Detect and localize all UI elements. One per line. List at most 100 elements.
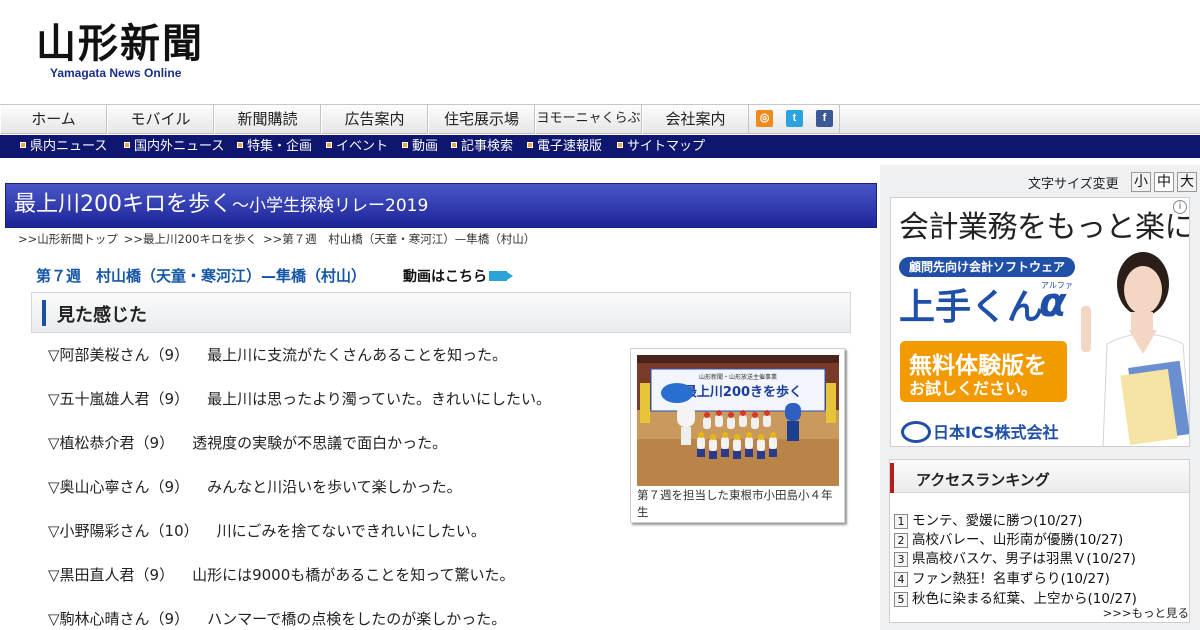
quote-item: ▽黒田直人君（9） 山形には9000も橋があることを知って驚いた。 (48, 564, 515, 585)
quote-name: ▽小野陽彩さん（10） (48, 522, 199, 540)
ad-info-icon[interactable]: i (1173, 200, 1187, 214)
video-link-label: 動画はこちら (403, 269, 487, 285)
ranking-title: アクセスランキング (916, 471, 1050, 489)
logo-text: 山形新聞 (36, 20, 204, 67)
nav-housing-exhibition[interactable]: 住宅展示場 (428, 105, 535, 134)
ad-woman-illustration (1081, 252, 1189, 446)
access-ranking: アクセスランキング 1 モンテ、愛媛に勝つ(10/27) 2 高校バレー、山形南が優… (889, 459, 1190, 623)
rank-number: 2 (894, 533, 908, 548)
font-size-medium-button[interactable]: 中 (1154, 172, 1174, 192)
ad-product-alpha: α (1039, 280, 1067, 326)
ranking-more-link[interactable]: >>>もっと見る (1103, 605, 1189, 621)
subnav-label: 動画 (412, 139, 439, 154)
quote-item: ▽阿部美桜さん（9） 最上川に支流がたくさんあることを知った。 (48, 344, 507, 365)
quote-text: ハンマーで橋の点検をしたのが楽しかった。 (207, 610, 507, 628)
ad-trial-button[interactable]: 無料体験版を お試しください。 (900, 341, 1067, 402)
font-size-large-button[interactable]: 大 (1177, 172, 1197, 192)
breadcrumb-top[interactable]: >>山形新聞トップ (18, 232, 118, 246)
nav-company[interactable]: 会社案内 (642, 105, 749, 134)
font-size-label: 文字サイズ変更 (1028, 177, 1119, 192)
logo-subtitle: Yamagata News Online (50, 66, 182, 80)
site-logo[interactable]: 山形新聞 Yamagata News Online (36, 20, 204, 81)
subnav-sitemap[interactable]: サイトマップ (617, 135, 705, 158)
subnav-national-news[interactable]: 国内外ニュース (124, 135, 224, 158)
quote-name: ▽奥山心寧さん（9） (48, 478, 190, 496)
quote-item: ▽奥山心寧さん（9） みんなと川沿いを歩いて楽しかった。 (48, 476, 462, 497)
ad-headline: 会計業務をもっと楽に。 (899, 210, 1189, 245)
photo-caption: 第７週を担当した東根市小田島小４年生 (637, 488, 833, 519)
ranking-item[interactable]: 3 県高校バスケ、男子は羽黒Ｖ(10/27) (894, 547, 1136, 567)
rank-number: 1 (894, 514, 908, 529)
subnav-article-search[interactable]: 記事検索 (451, 135, 513, 158)
rank-text: ファン熱狂！名車ずらり(10/27) (912, 571, 1110, 587)
breadcrumb-series[interactable]: >>最上川200キロを歩く (124, 232, 257, 246)
subnav-prefecture-news[interactable]: 県内ニュース (20, 135, 107, 158)
quote-name: ▽黒田直人君（9） (48, 566, 175, 584)
photo-banner-title: 最上川200きを歩く (684, 384, 802, 400)
ranking-item[interactable]: 5 秋色に染まる紅葉、上空から(10/27) (894, 587, 1137, 607)
bullet-icon (20, 142, 26, 148)
quote-item: ▽駒林心晴さん（9） ハンマーで橋の点検をしたのが楽しかった。 (48, 608, 506, 629)
quote-item: ▽五十嵐雄人君（9） 最上川は思ったより濁っていた。きれいにしたい。 (48, 388, 551, 409)
ad-trial-line2: お試しください。 (909, 379, 1038, 398)
subnav-label: 記事検索 (461, 139, 514, 154)
video-camera-icon (489, 271, 513, 281)
subnav-label: サイトマップ (627, 139, 706, 154)
subnav-digital-edition[interactable]: 電子速報版 (527, 135, 602, 158)
quote-text: 最上川は思ったより濁っていた。きれいにしたい。 (207, 390, 552, 408)
ranking-item[interactable]: 1 モンテ、愛媛に勝つ(10/27) (894, 509, 1083, 529)
ranking-item[interactable]: 4 ファン熱狂！名車ずらり(10/27) (894, 567, 1110, 587)
nav-mobile[interactable]: モバイル (107, 105, 214, 134)
ics-logo-icon (901, 421, 931, 443)
bullet-icon (617, 142, 623, 148)
rank-text: 県高校バスケ、男子は羽黒Ｖ(10/27) (912, 551, 1136, 567)
ad-product-name: 上手くん (899, 287, 1044, 328)
quote-name: ▽駒林心晴さん（9） (48, 610, 190, 628)
series-title-main: 最上川200キロを歩く (14, 192, 232, 217)
group-photo[interactable]: 山形新聞・山形放送主催事業 最上川200きを歩く (637, 355, 839, 486)
nav-subscription[interactable]: 新聞購読 (214, 105, 321, 134)
section-heading: 見た感じた (31, 292, 851, 333)
nav-home[interactable]: ホーム (0, 105, 107, 134)
quote-text: 最上川に支流がたくさんあることを知った。 (207, 346, 508, 364)
twitter-icon[interactable]: t (786, 110, 803, 127)
main-nav: ホーム モバイル 新聞購読 広告案内 住宅展示場 ヨモーニャくらぶ 会社案内 ◎… (0, 104, 1200, 134)
breadcrumb: >>山形新聞トップ >>最上川200キロを歩く >>第７週 村山橋（天童・寒河江）—… (18, 231, 541, 247)
sub-nav: 県内ニュース 国内外ニュース 特集・企画 イベント 動画 記事検索 電子速報版 … (0, 135, 1200, 158)
social-links: ◎ t f (748, 105, 840, 134)
quote-text: 山形には9000も橋があることを知って驚いた。 (192, 566, 515, 584)
facebook-icon[interactable]: f (816, 110, 833, 127)
site-header: 山形新聞 Yamagata News Online (0, 0, 1200, 104)
subnav-videos[interactable]: 動画 (402, 135, 438, 158)
quote-text: 透視度の実験が不思議で面白かった。 (192, 434, 448, 452)
subnav-label: 特集・企画 (247, 139, 313, 154)
quote-text: 川にごみを捨てないできれいにしたい。 (216, 522, 486, 540)
rank-number: 5 (894, 592, 908, 607)
bullet-icon (527, 142, 533, 148)
advertisement[interactable]: 会計業務をもっと楽に。 i 顧問先向け会計ソフトウェア 上手くん アルファ α … (890, 197, 1190, 447)
subnav-features[interactable]: 特集・企画 (237, 135, 312, 158)
font-size-small-button[interactable]: 小 (1131, 172, 1151, 192)
nav-advertising[interactable]: 広告案内 (321, 105, 428, 134)
quote-name: ▽五十嵐雄人君（9） (48, 390, 190, 408)
nav-yomonya-club[interactable]: ヨモーニャくらぶ (535, 105, 642, 134)
bullet-icon (402, 142, 408, 148)
rss-icon[interactable]: ◎ (756, 110, 773, 127)
breadcrumb-current: >>第７週 村山橋（天童・寒河江）—隼橋（村山） (263, 232, 536, 246)
quote-item: ▽植松恭介君（9） 透視度の実験が不思議で面白かった。 (48, 432, 447, 453)
ranking-item[interactable]: 2 高校バレー、山形南が優勝(10/27) (894, 528, 1123, 548)
subnav-label: 県内ニュース (30, 139, 108, 154)
photo-figure: 山形新聞・山形放送主催事業 最上川200きを歩く 第７週を担当した東根市小田島小… (630, 348, 845, 523)
subnav-events[interactable]: イベント (326, 135, 388, 158)
bullet-icon (326, 142, 332, 148)
photo-banner-small: 山形新聞・山形放送主催事業 (699, 373, 777, 381)
video-link[interactable]: 動画はこちら (403, 266, 513, 286)
rank-text: モンテ、愛媛に勝つ(10/27) (912, 513, 1083, 529)
ad-tag: 顧問先向け会計ソフトウェア (899, 257, 1076, 277)
quote-item: ▽小野陽彩さん（10） 川にごみを捨てないできれいにしたい。 (48, 520, 486, 541)
section-heading-label: 見た感じた (57, 305, 147, 326)
bullet-icon (451, 142, 457, 148)
series-banner: 最上川200キロを歩く～小学生探検リレー2019 (5, 183, 877, 228)
bullet-icon (124, 142, 130, 148)
group-photo-illustration: 山形新聞・山形放送主催事業 最上川200きを歩く (637, 355, 839, 486)
